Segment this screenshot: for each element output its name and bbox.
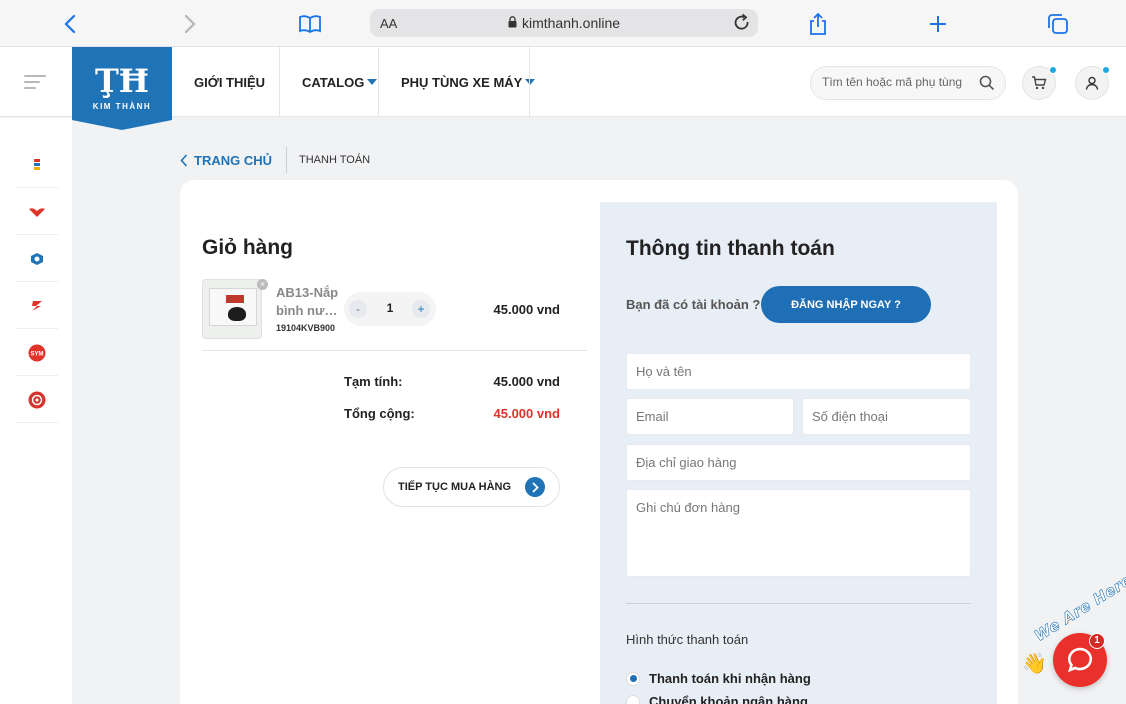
- product-package: [209, 288, 257, 326]
- nav-gioi-thieu[interactable]: GIỚI THIỆU: [194, 47, 265, 117]
- nav-label: PHỤ TÙNG XE MÁY: [401, 74, 523, 90]
- payment-option-label: Chuyển khoản ngân hàng: [649, 694, 808, 704]
- breadcrumb-home-label: TRANG CHỦ: [194, 152, 272, 168]
- waving-hand-icon: 👋: [1022, 653, 1047, 675]
- url-text: kimthanh.online: [521, 15, 621, 31]
- new-tab-icon[interactable]: [924, 10, 952, 38]
- piaggio-icon: [31, 252, 43, 265]
- breadcrumb-current: THANH TOÁN: [299, 154, 371, 166]
- nav-divider: [378, 47, 379, 117]
- caret-down-icon: [525, 79, 536, 85]
- menu-icon[interactable]: [24, 75, 46, 93]
- chat-unread-badge: 1: [1089, 633, 1105, 649]
- account-button[interactable]: [1075, 66, 1110, 100]
- payment-panel: Thông tin thanh toán Bạn đã có tài khoản…: [600, 202, 997, 704]
- checkout-card: Giỏ hàng × AB13-Nắp bình nước làm mát 19…: [180, 180, 1018, 704]
- total-value: 45.000 vnd: [493, 406, 561, 421]
- caret-down-icon: [367, 79, 378, 85]
- cart-title: Giỏ hàng: [202, 236, 293, 259]
- payment-title: Thông tin thanh toán: [626, 237, 835, 260]
- yamaha-icon: [28, 391, 46, 408]
- brand-item-piaggio[interactable]: [16, 236, 58, 282]
- url-display: kimthanh.online: [370, 15, 758, 31]
- address-field[interactable]: [626, 444, 971, 481]
- nav-divider: [279, 47, 280, 117]
- reload-icon[interactable]: [732, 13, 752, 38]
- cart-icon: [1032, 76, 1047, 90]
- search-box: [810, 66, 1006, 100]
- address-bar[interactable]: AA kimthanh.online: [370, 9, 758, 37]
- full-name-field[interactable]: [626, 353, 971, 390]
- product-name[interactable]: AB13-Nắp bình nước làm mát: [276, 284, 346, 320]
- svg-text:SYM: SYM: [30, 351, 43, 357]
- share-icon[interactable]: [804, 10, 832, 38]
- search-icon[interactable]: [979, 75, 995, 96]
- line-price: 45.000 vnd: [493, 302, 561, 317]
- account-badge-dot: [1102, 66, 1110, 74]
- cart-button[interactable]: [1022, 66, 1057, 100]
- brand-1-icon: [34, 158, 40, 170]
- lock-icon: [508, 16, 517, 28]
- quantity-stepper: - 1 +: [344, 292, 436, 326]
- continue-shopping-label: TIẾP TỤC MUA HÀNG: [398, 481, 512, 493]
- payment-option-bank[interactable]: Chuyển khoản ngân hàng: [626, 694, 808, 704]
- continue-shopping-button[interactable]: TIẾP TỤC MUA HÀNG: [383, 467, 560, 507]
- nav-divider: [529, 47, 530, 117]
- nav-label: CATALOG: [302, 74, 365, 90]
- honda-icon: [29, 207, 45, 217]
- payment-option-cod[interactable]: Thanh toán khi nhận hàng: [626, 671, 811, 686]
- login-now-button[interactable]: ĐĂNG NHẬP NGAY ?: [761, 286, 931, 323]
- has-account-text: Bạn đã có tài khoản ?: [626, 297, 761, 312]
- brand-item-suzuki[interactable]: [16, 283, 58, 329]
- radio-unselected[interactable]: [626, 694, 640, 704]
- logo-name: KIM THÀNH: [92, 102, 152, 111]
- search-input[interactable]: [822, 75, 972, 89]
- site-header: ŢĦ KIM THÀNH GIỚI THIỆU CATALOG PHỤ TÙNG…: [0, 47, 1126, 130]
- user-icon: [1085, 76, 1099, 90]
- product-name-line1: AB13-Nắp: [276, 285, 339, 300]
- product-name-line2: bình nước làm mát: [276, 303, 346, 318]
- payment-option-label: Thanh toán khi nhận hàng: [649, 671, 811, 686]
- increase-qty-button[interactable]: +: [412, 300, 430, 318]
- product-image[interactable]: [202, 279, 262, 339]
- bookmarks-icon[interactable]: [296, 10, 324, 38]
- subtotal-value: 45.000 vnd: [493, 374, 561, 389]
- chevron-right-icon: [525, 477, 545, 497]
- remove-item-icon[interactable]: ×: [257, 279, 268, 290]
- cart-divider: [202, 350, 587, 351]
- tabs-overview-icon[interactable]: [1044, 10, 1072, 38]
- logo-mark: ŢĦ: [94, 62, 150, 100]
- cart-badge-dot: [1049, 66, 1057, 74]
- package-label: [226, 295, 244, 303]
- nav-catalog[interactable]: CATALOG: [302, 47, 378, 117]
- radio-selected[interactable]: [626, 671, 640, 686]
- phone-field[interactable]: [802, 398, 971, 435]
- email-field[interactable]: [626, 398, 794, 435]
- breadcrumb: TRANG CHỦ THANH TOÁN: [180, 147, 370, 173]
- payment-divider: [626, 603, 971, 604]
- brand-item-honda[interactable]: [16, 189, 58, 235]
- radiator-cap-shape: [228, 307, 246, 321]
- product-sku: 19104KVB900: [276, 323, 336, 333]
- payment-method-label: Hình thức thanh toán: [626, 632, 749, 647]
- site-logo[interactable]: ŢĦ KIM THÀNH: [72, 47, 172, 130]
- nav-label: GIỚI THIỆU: [194, 74, 266, 90]
- chevron-left-icon: [180, 153, 188, 167]
- subtotal-label: Tạm tính:: [344, 374, 403, 389]
- brand-item-1[interactable]: [16, 142, 58, 188]
- suzuki-icon: [32, 300, 42, 311]
- breadcrumb-home[interactable]: TRANG CHỦ: [180, 147, 287, 173]
- browser-toolbar: AA kimthanh.online: [0, 0, 1126, 47]
- order-note-field[interactable]: [626, 489, 971, 577]
- nav-phu-tung[interactable]: PHỤ TÙNG XE MÁY: [401, 47, 536, 117]
- back-icon[interactable]: [56, 10, 84, 38]
- sym-icon: SYM: [28, 344, 46, 361]
- total-label: Tổng cộng:: [344, 406, 415, 421]
- brand-item-yamaha[interactable]: [16, 377, 58, 423]
- brand-item-sym[interactable]: SYM: [16, 330, 58, 376]
- chat-bubble-icon: [1067, 647, 1093, 673]
- brand-sidebar: SYM: [0, 118, 72, 704]
- forward-icon[interactable]: [176, 10, 204, 38]
